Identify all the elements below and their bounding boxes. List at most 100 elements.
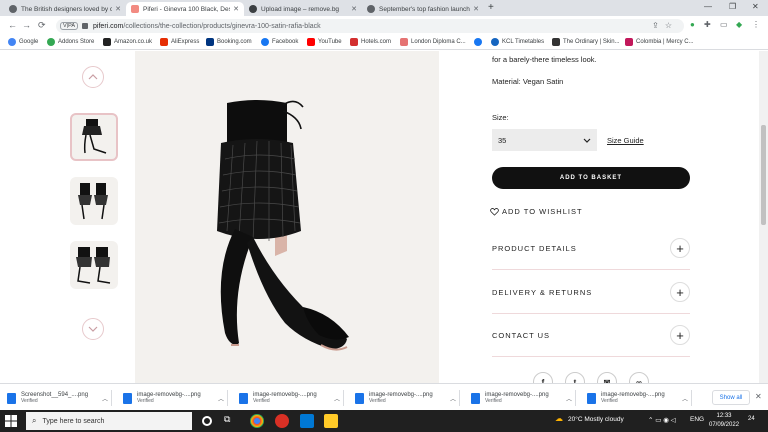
profile-chip[interactable]: V|PA [60,22,79,30]
reload-button[interactable]: ⟳ [38,20,46,31]
chevron-up-icon[interactable]: ︿ [450,394,456,403]
close-tab-icon[interactable]: ✕ [233,5,239,13]
chevron-up-icon[interactable]: ︿ [334,394,340,403]
system-tray-icons[interactable]: ⌃ ▭ ◉ ◁ [648,416,676,424]
accordion-contact-us[interactable]: CONTACT US + [492,314,690,357]
clock[interactable]: 12:33 07/09/2022 [709,412,739,430]
size-guide-link[interactable]: Size Guide [607,136,644,145]
search-placeholder: Type here to search [42,417,105,425]
bookmark-hotels[interactable]: Hotels.com [350,38,391,46]
minimize-icon[interactable]: — [704,2,712,11]
weather-text[interactable]: 20°C Mostly cloudy [568,416,624,423]
bookmark-google[interactable]: Google [8,38,38,46]
download-item[interactable]: image-removebg-....png Verified ︿ [234,388,344,408]
show-all-downloads-button[interactable]: Show all [712,390,750,405]
product-thumbnail-3[interactable] [70,241,118,289]
scrollbar-thumb[interactable] [761,125,766,225]
new-tab-button[interactable]: + [488,2,494,13]
email-share-icon[interactable]: ✉ [597,372,617,383]
bookmark-label: Amazon.co.uk [114,39,153,45]
maximize-icon[interactable]: ❐ [729,2,736,11]
plus-icon[interactable]: + [670,325,690,345]
size-label: Size: [492,113,509,122]
tab-removebg[interactable]: Upload image – remove.bg ✕ [244,2,362,16]
bookmark-amazon[interactable]: Amazon.co.uk [103,38,152,46]
download-item[interactable]: image-removebg-....png Verified ︿ [466,388,576,408]
twitter-share-icon[interactable]: t [565,372,585,383]
puzzle-icon[interactable]: ✚ [704,20,711,29]
diploma-icon [400,38,408,46]
shield-icon[interactable]: ◆ [736,20,742,29]
share-and-bookmark-icons[interactable]: ⇪☆ [652,21,678,30]
size-select[interactable]: 35 [492,129,597,151]
chevron-up-icon[interactable]: ︿ [218,394,224,403]
plus-icon[interactable]: + [670,282,690,302]
tab-september-launches[interactable]: September's top fashion launches: ✕ [362,2,484,16]
download-item[interactable]: image-removebg-....png Verified ︿ [118,388,228,408]
lock-icon[interactable] [82,23,89,29]
close-window-icon[interactable]: ✕ [752,2,759,11]
menu-icon[interactable]: ⋮ [752,20,760,29]
forward-button[interactable]: → [22,20,31,30]
extension-icon[interactable]: ● [690,20,695,29]
close-tab-icon[interactable]: ✕ [351,5,357,13]
add-to-wishlist-button[interactable]: ADD TO WISHLIST [490,207,583,216]
thumb-scroll-up-button[interactable] [82,66,104,88]
download-item[interactable]: Screenshot__594_....png Verified ︿ [2,388,112,408]
chrome-icon[interactable] [250,414,264,428]
cortana-icon[interactable] [202,416,212,426]
bookmark-london-diploma[interactable]: London Diploma C... [400,38,466,46]
bookmark-label: AliExpress [171,39,200,45]
opera-icon[interactable] [275,414,289,428]
download-item[interactable]: image-removebg-....png Verified ︿ [350,388,460,408]
link-share-icon[interactable]: ∞ [629,372,649,383]
thumb-scroll-down-button[interactable] [82,318,104,340]
mail-icon[interactable] [300,414,314,428]
download-item[interactable]: image-removebg-....png Verified ︿ [582,388,692,408]
bookmark-colombia-mercy[interactable]: Colombia | Mercy C... [625,38,694,46]
chevron-up-icon[interactable]: ︿ [682,394,688,403]
add-to-basket-button[interactable]: ADD TO BASKET [492,167,690,189]
windows-taskbar: ⌕ Type here to search ⧉ ☁ 20°C Mostly cl… [0,410,768,432]
bookmark-addons-store[interactable]: Addons Store [47,38,94,46]
language-indicator[interactable]: ENG [690,416,704,423]
plus-icon[interactable]: + [670,238,690,258]
download-status: Verified [601,398,618,404]
bookmark-kcl-timetables[interactable]: KCL Timetables [491,38,544,46]
bookmark-facebook[interactable]: Facebook [261,38,298,46]
facebook-share-icon[interactable]: f [533,372,553,383]
bookmark-facebook-2[interactable] [474,38,485,46]
bookmark-youtube[interactable]: YouTube [307,38,342,46]
product-thumbnail-1[interactable] [70,113,118,161]
close-tab-icon[interactable]: ✕ [473,5,479,13]
url-host: piferi.com [93,22,124,30]
sidebar-icon[interactable]: ▭ [720,20,728,29]
file-explorer-icon[interactable] [324,414,338,428]
aliexpress-icon [160,38,168,46]
piferi-favicon-icon [131,5,139,13]
task-view-icon[interactable]: ⧉ [224,414,238,428]
accordion-product-details[interactable]: PRODUCT DETAILS + [492,227,690,270]
bookmark-label: London Diploma C... [411,39,466,45]
taskbar-search-input[interactable]: ⌕ Type here to search [26,412,192,430]
chevron-up-icon[interactable]: ︿ [102,394,108,403]
address-bar[interactable]: V|PA piferi.com /collections/the-collect… [56,19,684,33]
windows-start-icon[interactable] [5,415,17,427]
bookmark-the-ordinary[interactable]: The Ordinary | Skin... [552,38,620,46]
chevron-up-icon[interactable]: ︿ [566,394,572,403]
tab-piferi[interactable]: Piferi - Ginevra 100 Black, Designe ✕ [126,2,244,16]
accordion-label: DELIVERY & RETURNS [492,287,593,297]
accordion-delivery-returns[interactable]: DELIVERY & RETURNS + [492,271,690,314]
addons-icon [47,38,55,46]
bookmark-label: Colombia | Mercy C... [636,39,694,45]
close-tab-icon[interactable]: ✕ [115,5,121,13]
tab-british-designers[interactable]: The British designers loved by cele ✕ [4,2,126,16]
bookmark-booking[interactable]: Booking.com [206,38,252,46]
notification-badge[interactable]: 24 [748,416,755,422]
close-shelf-icon[interactable]: ✕ [755,392,762,401]
bookmark-aliexpress[interactable]: AliExpress [160,38,199,46]
product-thumbnail-2[interactable] [70,177,118,225]
back-button[interactable]: ← [8,20,17,30]
product-page: for a barely-there timeless look. Materi… [0,51,759,383]
main-product-image[interactable] [135,51,439,383]
